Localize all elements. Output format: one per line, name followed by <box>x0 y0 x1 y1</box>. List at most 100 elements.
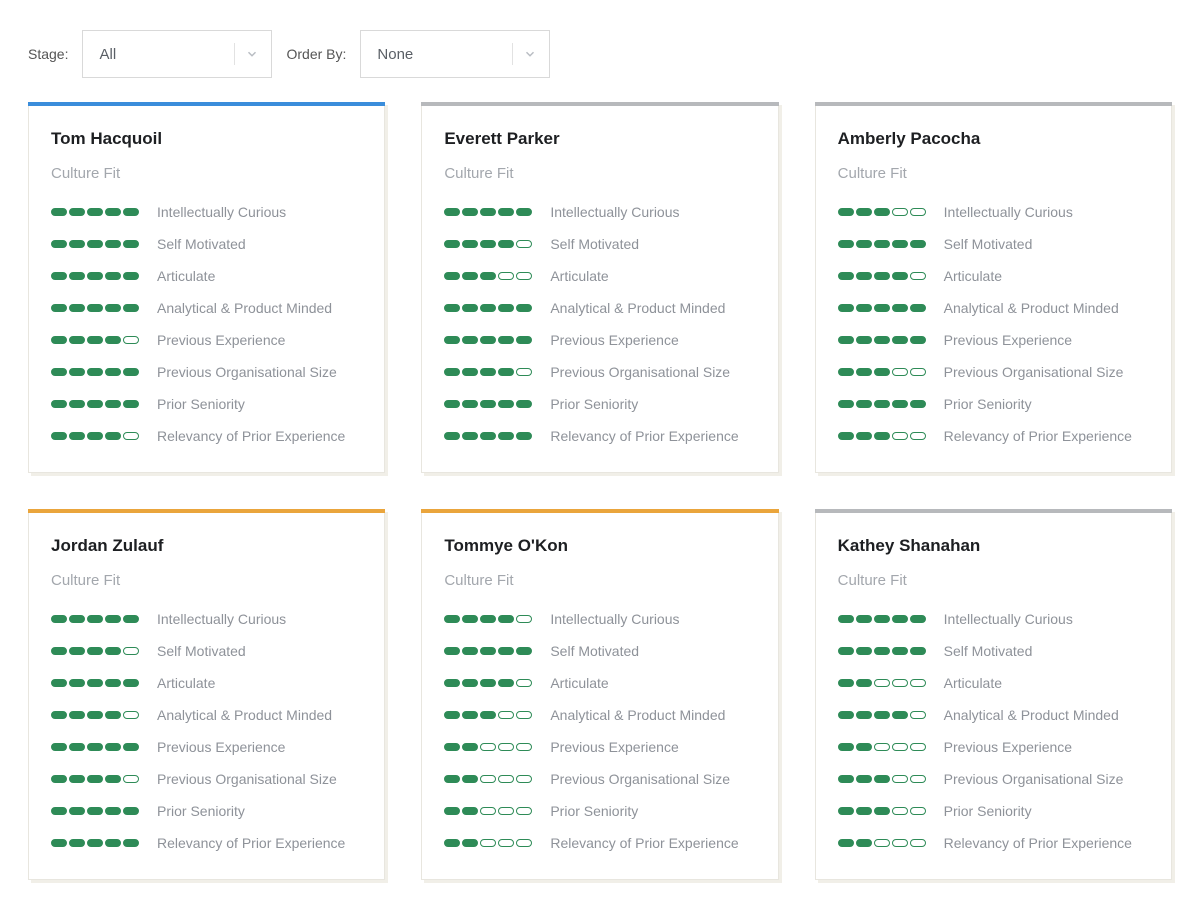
score-pill <box>516 272 532 280</box>
score-pill <box>87 807 103 815</box>
score-pill <box>856 400 872 408</box>
score-pills <box>444 647 532 655</box>
score-pill <box>123 839 139 847</box>
trait-row: Previous Experience <box>444 739 755 755</box>
score-pills <box>838 615 926 623</box>
trait-label: Relevancy of Prior Experience <box>550 835 738 851</box>
score-pill <box>462 679 478 687</box>
filter-bar: Stage: All Order By: None <box>28 30 1172 78</box>
trait-row: Relevancy of Prior Experience <box>444 835 755 851</box>
trait-row: Previous Experience <box>51 332 362 348</box>
score-pill <box>838 647 854 655</box>
stage-select[interactable]: All <box>82 30 272 78</box>
score-pill <box>856 679 872 687</box>
stage-select-value: All <box>99 46 116 63</box>
score-pill <box>516 711 532 719</box>
order-label: Order By: <box>286 46 346 62</box>
score-pill <box>480 743 496 751</box>
candidate-card[interactable]: Kathey ShanahanCulture FitIntellectually… <box>815 509 1172 880</box>
score-pill <box>123 208 139 216</box>
trait-label: Relevancy of Prior Experience <box>157 428 345 444</box>
score-pill <box>69 615 85 623</box>
candidate-card[interactable]: Tommye O'KonCulture FitIntellectually Cu… <box>421 509 778 880</box>
score-pills <box>444 432 532 440</box>
trait-label: Self Motivated <box>157 236 246 252</box>
trait-label: Prior Seniority <box>550 396 638 412</box>
trait-row: Previous Experience <box>838 739 1149 755</box>
trait-row: Previous Experience <box>444 332 755 348</box>
score-pill <box>516 304 532 312</box>
trait-label: Prior Seniority <box>944 396 1032 412</box>
candidate-name: Kathey Shanahan <box>838 536 1149 556</box>
score-pill <box>105 400 121 408</box>
score-pill <box>123 432 139 440</box>
score-pill <box>892 368 908 376</box>
score-pill <box>123 679 139 687</box>
score-pills <box>838 304 926 312</box>
score-pill <box>123 615 139 623</box>
trait-label: Articulate <box>944 268 1002 284</box>
trait-row: Previous Organisational Size <box>51 364 362 380</box>
score-pill <box>910 711 926 719</box>
score-pill <box>516 807 532 815</box>
score-pill <box>910 272 926 280</box>
score-pill <box>480 304 496 312</box>
trait-row: Intellectually Curious <box>51 204 362 220</box>
score-pill <box>910 615 926 623</box>
trait-row: Self Motivated <box>444 236 755 252</box>
score-pills <box>838 679 926 687</box>
score-pill <box>516 679 532 687</box>
score-pill <box>123 807 139 815</box>
candidate-card[interactable]: Everett ParkerCulture FitIntellectually … <box>421 102 778 473</box>
trait-label: Articulate <box>944 675 1002 691</box>
candidate-card[interactable]: Amberly PacochaCulture FitIntellectually… <box>815 102 1172 473</box>
trait-row: Analytical & Product Minded <box>51 300 362 316</box>
trait-label: Intellectually Curious <box>550 204 679 220</box>
score-pill <box>51 711 67 719</box>
trait-label: Analytical & Product Minded <box>157 707 332 723</box>
trait-label: Intellectually Curious <box>944 204 1073 220</box>
score-pill <box>462 272 478 280</box>
score-pill <box>498 711 514 719</box>
score-pills <box>444 336 532 344</box>
candidate-card[interactable]: Jordan ZulaufCulture FitIntellectually C… <box>28 509 385 880</box>
trait-label: Self Motivated <box>944 236 1033 252</box>
candidate-card[interactable]: Tom HacquoilCulture FitIntellectually Cu… <box>28 102 385 473</box>
score-pills <box>51 711 139 719</box>
score-pills <box>444 807 532 815</box>
score-pill <box>838 336 854 344</box>
trait-row: Relevancy of Prior Experience <box>51 835 362 851</box>
score-pill <box>51 839 67 847</box>
score-pill <box>498 775 514 783</box>
score-pill <box>105 336 121 344</box>
score-pill <box>480 647 496 655</box>
score-pill <box>498 839 514 847</box>
score-pill <box>516 839 532 847</box>
score-pill <box>856 743 872 751</box>
score-pill <box>51 400 67 408</box>
trait-label: Analytical & Product Minded <box>944 707 1119 723</box>
score-pill <box>105 647 121 655</box>
score-pills <box>444 368 532 376</box>
order-select[interactable]: None <box>360 30 550 78</box>
score-pill <box>51 432 67 440</box>
trait-row: Articulate <box>444 675 755 691</box>
score-pill <box>516 615 532 623</box>
candidate-name: Everett Parker <box>444 129 755 149</box>
score-pill <box>892 647 908 655</box>
score-pill <box>892 240 908 248</box>
score-pill <box>498 647 514 655</box>
score-pill <box>462 432 478 440</box>
score-pill <box>498 240 514 248</box>
trait-row: Relevancy of Prior Experience <box>838 835 1149 851</box>
score-pill <box>892 839 908 847</box>
score-pills <box>444 304 532 312</box>
score-pill <box>105 679 121 687</box>
trait-label: Prior Seniority <box>550 803 638 819</box>
trait-row: Prior Seniority <box>51 803 362 819</box>
score-pill <box>910 743 926 751</box>
score-pill <box>123 272 139 280</box>
trait-row: Previous Experience <box>51 739 362 755</box>
score-pills <box>51 775 139 783</box>
score-pills <box>838 208 926 216</box>
